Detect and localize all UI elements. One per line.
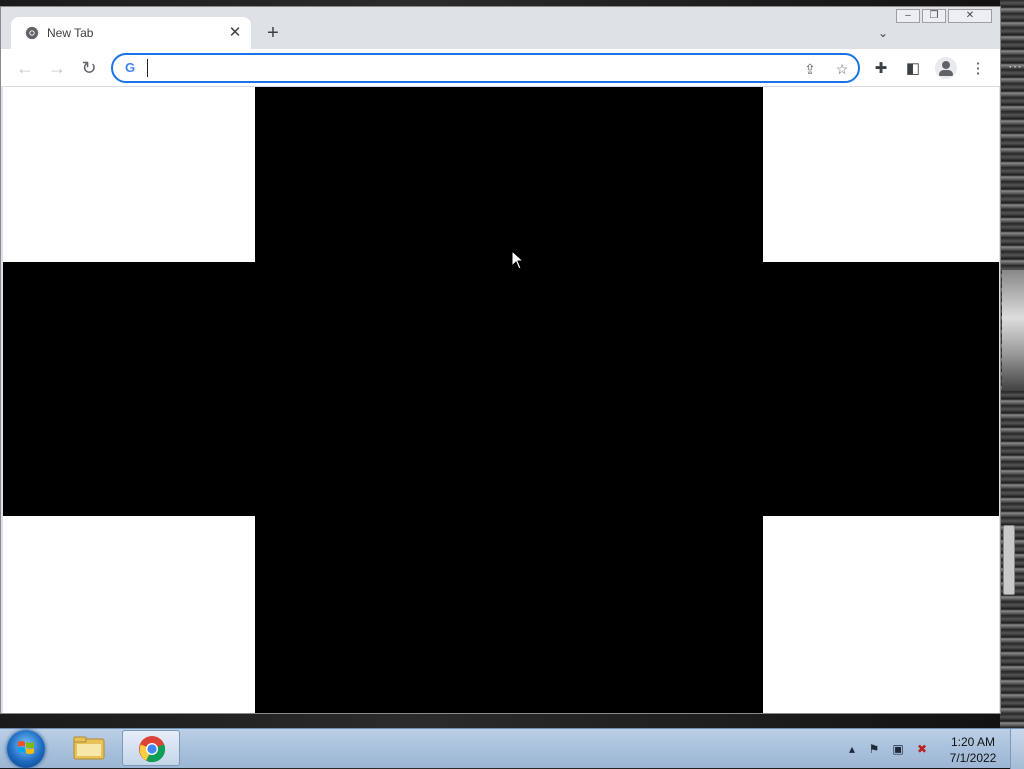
minimize-icon[interactable]: – xyxy=(896,9,920,23)
volume-muted-icon[interactable]: ✖ xyxy=(914,741,930,757)
tab-strip: New Tab ✕ + ⌄ – ❐ ✕ xyxy=(1,7,1000,49)
chrome-icon xyxy=(139,736,166,763)
taskbar-chrome-button[interactable] xyxy=(122,730,180,766)
google-g-icon: G xyxy=(124,60,136,75)
restore-icon[interactable]: ❐ xyxy=(922,9,946,23)
share-icon[interactable]: ⇪ xyxy=(801,60,819,78)
clock-date: 7/1/2022 xyxy=(949,751,997,765)
arrow-right-icon[interactable]: → xyxy=(46,57,68,79)
toolbar: ← → ↻ G ⇪ ☆ ✚ ◧ ⋮ xyxy=(1,49,1000,87)
clock-time: 1:20 AM xyxy=(950,735,996,749)
avatar-body xyxy=(939,70,953,76)
avatar-icon[interactable] xyxy=(935,57,957,79)
window-close-icon[interactable]: ✕ xyxy=(948,9,992,23)
browser-window: New Tab ✕ + ⌄ – ❐ ✕ ← → ↻ G ⇪ ☆ ✚ ◧ ⋮ xyxy=(0,6,1001,714)
tab-new-tab[interactable]: New Tab ✕ xyxy=(11,17,251,49)
show-desktop-button[interactable] xyxy=(1010,729,1024,769)
side-panel-icon[interactable]: ◧ xyxy=(903,59,923,79)
arrow-left-icon[interactable]: ← xyxy=(14,57,36,79)
tab-title: New Tab xyxy=(47,26,94,40)
close-icon[interactable]: ✕ xyxy=(225,23,245,43)
taskbar: ▴ ⚑ ▣ ✖ 1:20 AM 7/1/2022 xyxy=(0,728,1024,769)
folder-icon xyxy=(73,736,105,760)
plus-icon[interactable]: + xyxy=(261,21,285,45)
kebab-menu-icon[interactable]: ⋮ xyxy=(968,59,988,79)
desktop-background-highlight xyxy=(1002,270,1024,390)
text-cursor xyxy=(147,59,148,77)
star-icon[interactable]: ☆ xyxy=(833,60,851,78)
page-content[interactable] xyxy=(3,87,999,713)
puzzle-icon[interactable]: ✚ xyxy=(871,59,891,79)
taskbar-clock[interactable]: 1:20 AM 7/1/2022 xyxy=(942,734,1004,766)
mouse-cursor-icon xyxy=(511,250,525,270)
taskbar-explorer-button[interactable] xyxy=(60,730,118,766)
desktop-overflow-icon: ⋯ xyxy=(1008,58,1022,74)
desktop-scrollbar-thumb[interactable] xyxy=(1003,525,1015,595)
chrome-icon xyxy=(25,26,39,40)
avatar-head xyxy=(942,61,950,69)
start-button[interactable] xyxy=(7,730,45,768)
window-controls: – ❐ ✕ xyxy=(896,9,992,25)
windows-logo-icon xyxy=(18,741,34,754)
reload-icon[interactable]: ↻ xyxy=(78,57,100,79)
cross-horizontal-bar xyxy=(3,262,999,516)
network-icon[interactable]: ▣ xyxy=(890,741,906,757)
chevron-down-icon[interactable]: ⌄ xyxy=(873,23,893,43)
action-center-flag-icon[interactable]: ⚑ xyxy=(866,741,882,757)
address-input[interactable] xyxy=(145,58,789,80)
address-bar[interactable]: G ⇪ ☆ xyxy=(111,53,860,83)
show-hidden-icons-icon[interactable]: ▴ xyxy=(844,741,860,757)
